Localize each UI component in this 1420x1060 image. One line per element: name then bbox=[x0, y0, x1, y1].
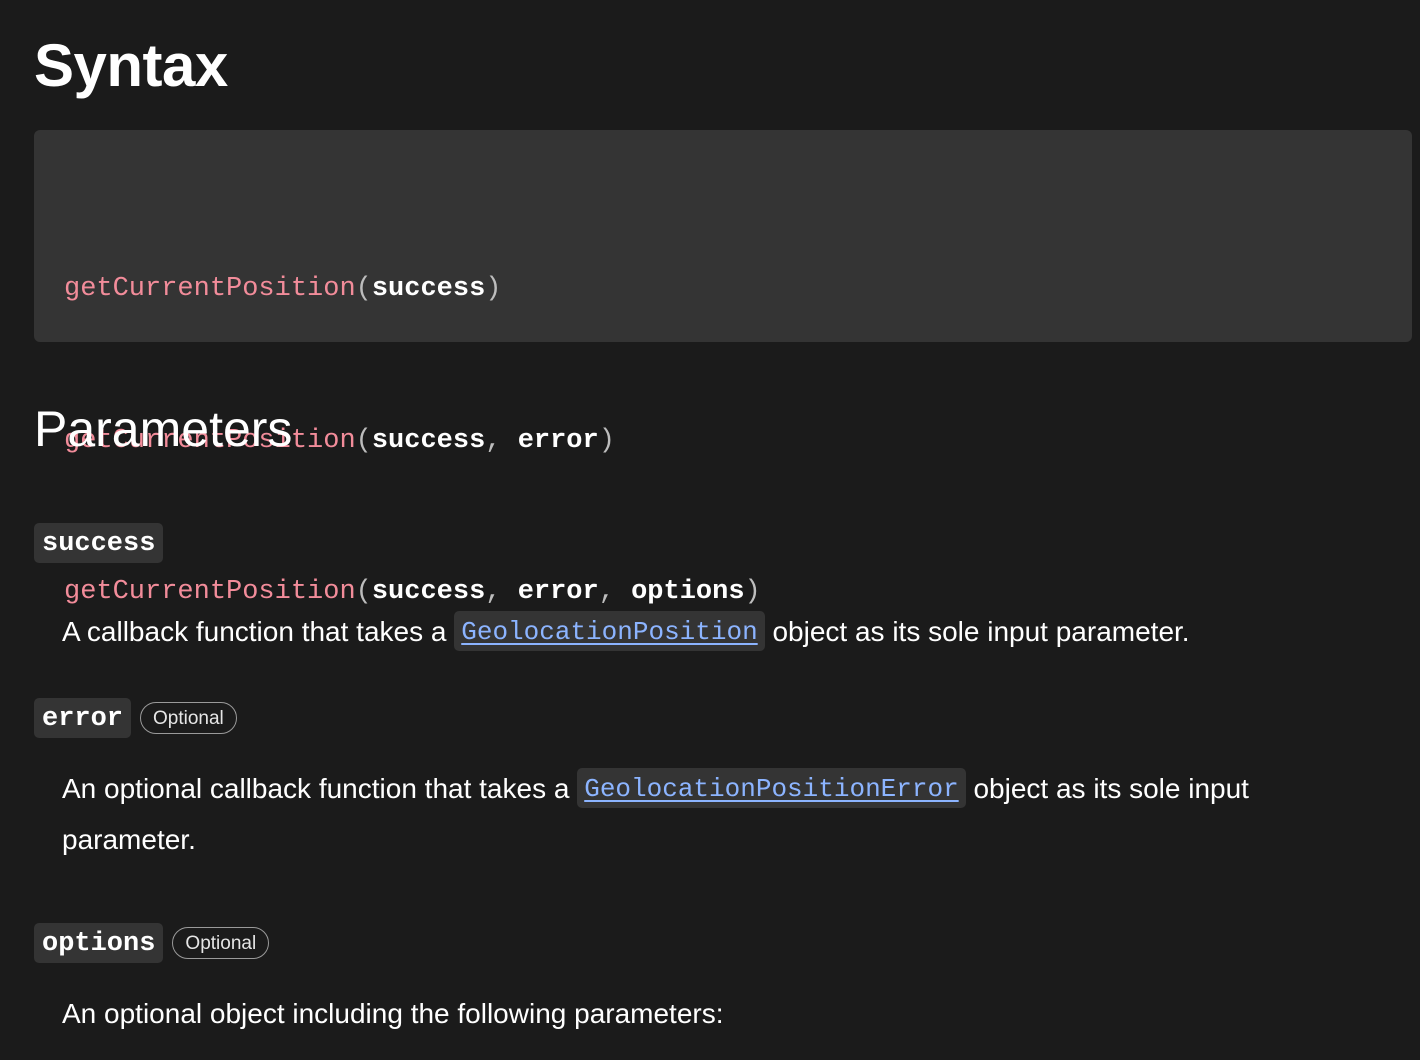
parameter-name-options: options bbox=[34, 923, 164, 963]
parameter-name-error: error bbox=[34, 698, 132, 738]
code-arg-error: error bbox=[517, 425, 599, 456]
parameter-options: options Optional An optional object incl… bbox=[34, 923, 1412, 1039]
description-text: object as its sole input parameter. bbox=[764, 616, 1190, 647]
code-close-paren: ) bbox=[598, 425, 615, 456]
code-open-paren: ( bbox=[355, 425, 372, 456]
code-open-paren: ( bbox=[355, 274, 372, 304]
code-line-1: getCurrentPosition(success) bbox=[64, 264, 1382, 315]
code-function-name: getCurrentPosition bbox=[64, 274, 356, 304]
parameter-description-success: A callback function that takes a Geoloca… bbox=[34, 606, 1384, 657]
parameter-term: success bbox=[34, 523, 1412, 563]
optional-badge: Optional bbox=[172, 927, 270, 959]
parameter-term: options Optional bbox=[34, 923, 1412, 963]
code-arg-success: success bbox=[371, 274, 486, 304]
parameter-description-error: An optional callback function that takes… bbox=[34, 763, 1384, 865]
parameter-error: error Optional An optional callback func… bbox=[34, 698, 1412, 865]
syntax-heading: Syntax bbox=[34, 32, 228, 99]
parameter-name-success: success bbox=[34, 523, 164, 563]
code-separator: , bbox=[485, 425, 518, 456]
code-arg-success: success bbox=[371, 425, 486, 456]
description-text: A callback function that takes a bbox=[62, 616, 455, 647]
parameters-heading: Parameters bbox=[34, 401, 293, 457]
geolocation-position-error-link[interactable]: GeolocationPositionError bbox=[577, 767, 966, 808]
parameter-description-options: An optional object including the followi… bbox=[34, 988, 1384, 1039]
code-close-paren: ) bbox=[485, 274, 502, 304]
description-text: An optional object including the followi… bbox=[62, 998, 724, 1029]
description-text: An optional callback function that takes… bbox=[62, 773, 578, 804]
parameter-success: success A callback function that takes a… bbox=[34, 523, 1412, 657]
geolocation-position-link[interactable]: GeolocationPosition bbox=[454, 610, 765, 651]
syntax-code-block: getCurrentPosition(success) getCurrentPo… bbox=[34, 130, 1412, 607]
optional-badge: Optional bbox=[140, 702, 237, 734]
parameter-term: error Optional bbox=[34, 698, 1412, 738]
